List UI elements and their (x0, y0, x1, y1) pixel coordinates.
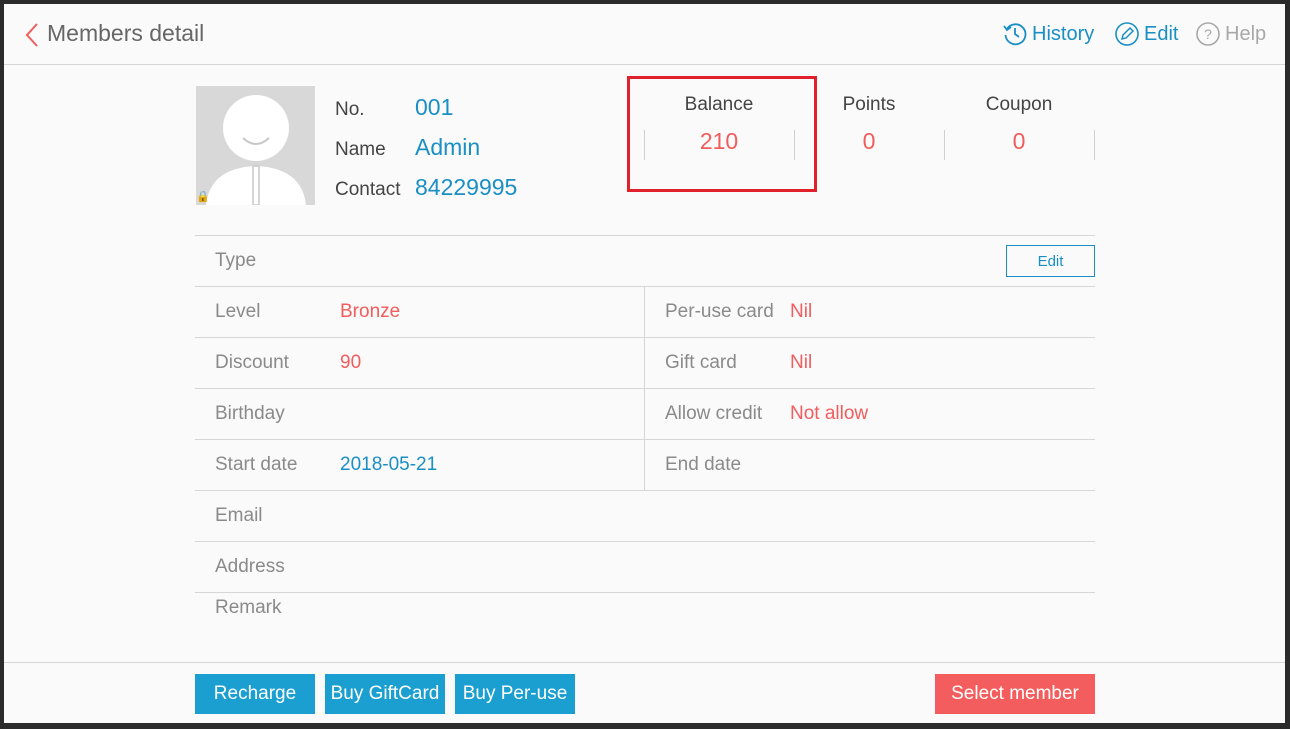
row-divider (195, 490, 1095, 491)
page-title: Members detail (47, 20, 205, 46)
row-divider (195, 439, 1095, 440)
history-button[interactable]: History (1002, 20, 1094, 48)
column-divider (644, 286, 645, 490)
coupon-stat[interactable]: Coupon 0 (944, 94, 1094, 155)
help-label: Help (1225, 23, 1267, 45)
member-no-row: No. 001 (335, 94, 453, 121)
end-date-label: End date (665, 453, 742, 475)
remark-label: Remark (215, 597, 282, 618)
buy-peruse-button[interactable]: Buy Per-use (455, 674, 575, 714)
allow-credit-label: Allow credit (665, 402, 763, 424)
help-button[interactable]: ? Help (1195, 20, 1266, 48)
pencil-icon (1115, 22, 1139, 46)
member-contact-label: Contact (335, 179, 401, 200)
address-label: Address (215, 555, 285, 577)
row-divider (195, 541, 1095, 542)
members-detail-window: Members detail History Edit ? Help 🔒 No.… (4, 4, 1285, 723)
footer-divider (4, 662, 1285, 663)
member-name-row: Name Admin (335, 134, 480, 161)
level-label: Level (215, 300, 261, 322)
edit-type-button[interactable]: Edit (1006, 245, 1095, 277)
header-bar: Members detail History Edit ? Help (4, 4, 1285, 65)
history-icon (1003, 23, 1027, 46)
peruse-card-label: Per-use card (665, 300, 774, 322)
giftcard-label: Gift card (665, 351, 737, 373)
birthday-label: Birthday (215, 402, 285, 424)
recharge-button[interactable]: Recharge (195, 674, 315, 714)
history-label: History (1032, 23, 1095, 45)
member-contact-value: 84229995 (415, 174, 518, 200)
row-divider (195, 286, 1095, 287)
help-icon: ? (1196, 22, 1220, 46)
giftcard-value: Nil (790, 351, 813, 373)
edit-member-button[interactable]: Edit (1114, 20, 1178, 48)
row-divider (195, 388, 1095, 389)
row-divider (195, 235, 1095, 236)
member-name-label: Name (335, 139, 386, 160)
member-contact-row: Contact 84229995 (335, 174, 517, 201)
type-label: Type (215, 249, 257, 271)
buy-giftcard-button[interactable]: Buy GiftCard (325, 674, 445, 714)
default-user-icon (196, 86, 315, 205)
peruse-card-value: Nil (790, 300, 813, 322)
member-no-label: No. (335, 99, 365, 120)
stat-divider (944, 130, 945, 160)
allow-credit-value: Not allow (790, 402, 869, 424)
row-divider (195, 337, 1095, 338)
back-chevron-icon[interactable] (22, 22, 44, 48)
row-divider (195, 592, 1095, 593)
member-no-value: 001 (415, 94, 454, 120)
select-member-button[interactable]: Select member (935, 674, 1095, 714)
edit-label: Edit (1144, 23, 1179, 45)
balance-highlight-box (627, 76, 817, 192)
discount-label: Discount (215, 351, 289, 373)
member-name-value: Admin (415, 134, 481, 160)
level-value: Bronze (340, 300, 401, 322)
start-date-label: Start date (215, 453, 298, 475)
coupon-label: Coupon (985, 94, 1053, 115)
svg-text:?: ? (1204, 26, 1212, 42)
stat-divider (1094, 130, 1095, 160)
discount-value: 90 (340, 351, 362, 373)
start-date-value: 2018-05-21 (340, 453, 438, 475)
lock-icon: 🔒 (196, 191, 210, 203)
email-label: Email (215, 504, 263, 526)
coupon-value: 0 (1012, 128, 1026, 154)
member-avatar[interactable]: 🔒 (196, 86, 315, 205)
